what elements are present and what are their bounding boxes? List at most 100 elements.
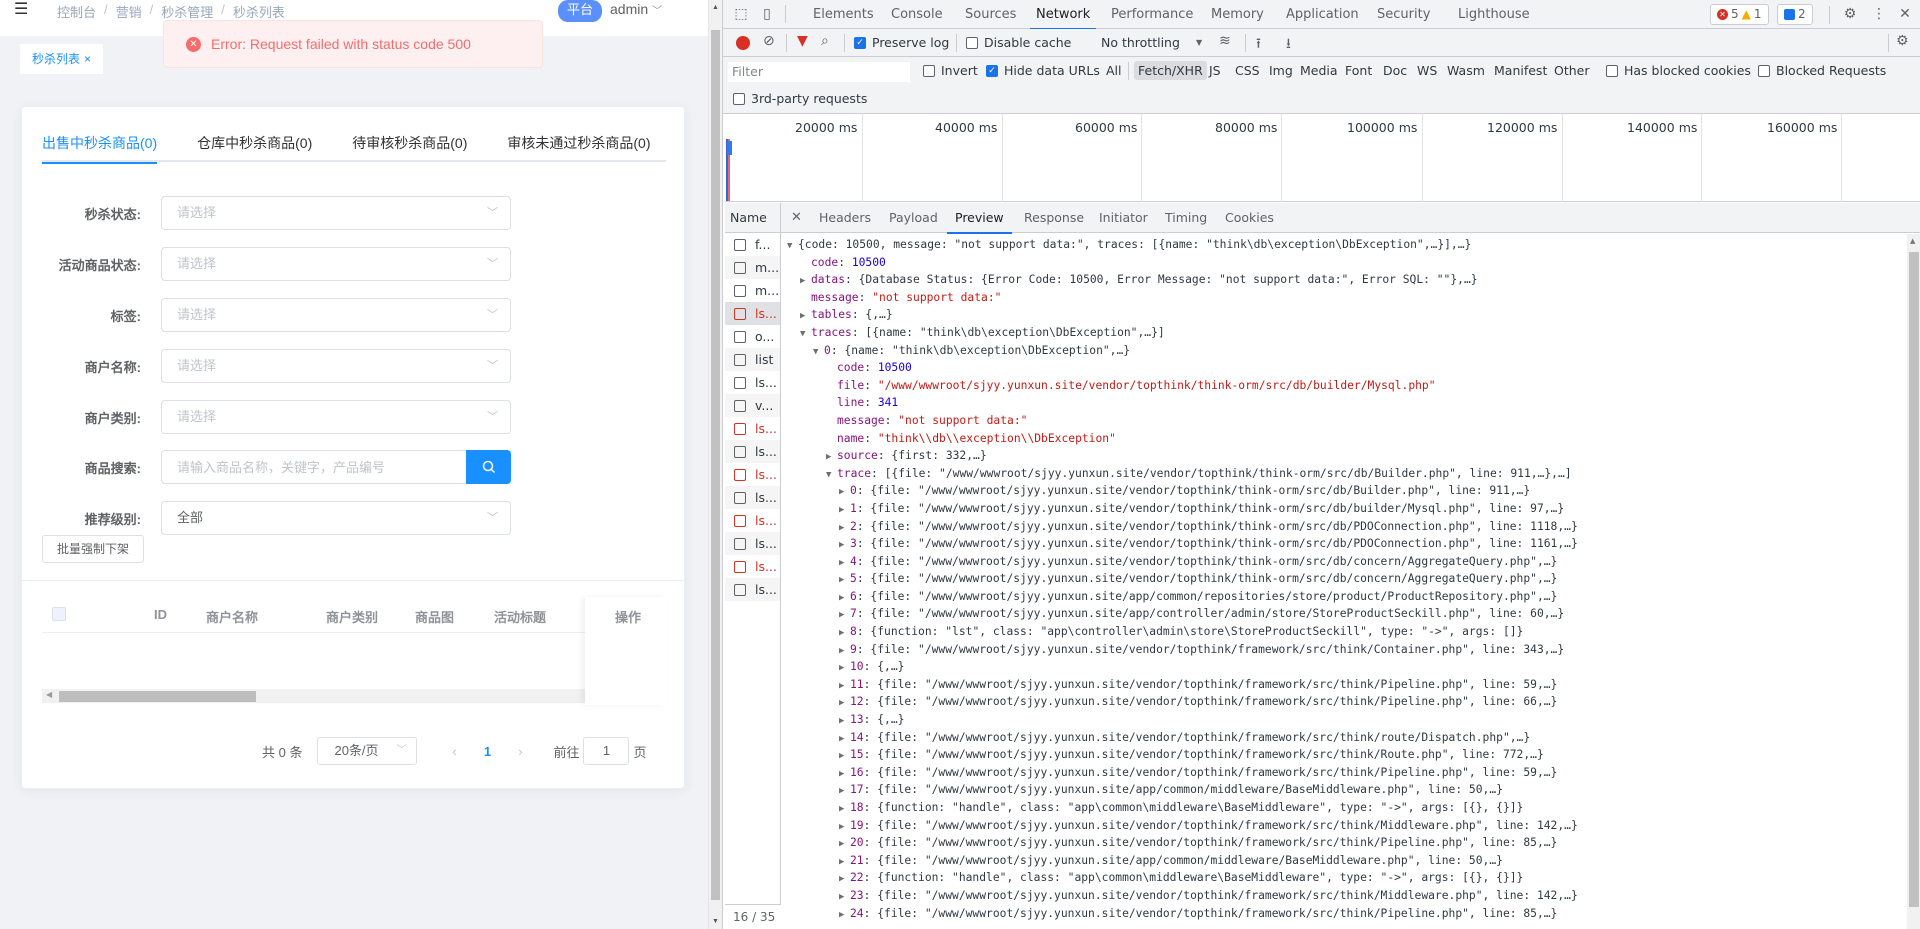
scrollbar-thumb[interactable] (711, 30, 720, 900)
expanded-triangle-icon[interactable]: ▼ (787, 238, 798, 256)
preview-scrollbar[interactable]: ▲ (1907, 234, 1920, 929)
menu-toggle-icon[interactable]: ☰ (14, 2, 34, 18)
preview-line[interactable]: ▶ source: {first: 332,…} (781, 447, 1905, 465)
preview-line[interactable]: ▼ 0: {name: "think\db\exception\DbExcepti… (781, 342, 1905, 360)
request-row[interactable]: f... (725, 233, 780, 256)
collapsed-triangle-icon[interactable]: ▶ (800, 273, 811, 291)
user-menu[interactable]: admin ﹀ (610, 1, 662, 17)
request-row[interactable]: v... (725, 394, 780, 417)
settings-gear-icon[interactable]: ⚙ (1841, 5, 1859, 23)
expanded-triangle-icon[interactable]: ▼ (813, 344, 824, 362)
request-row[interactable]: ls... (725, 555, 780, 578)
page-size-select[interactable]: 20条/页 ﹀ (317, 737, 418, 765)
preview-line[interactable]: ▶ tables: {,…} (781, 306, 1905, 324)
preview-line[interactable]: ▶ 6: {file: "/www/wwwroot/sjyy.yunxun.sit… (781, 588, 1905, 606)
preview-line[interactable]: ▶ datas: {Database Status: {Error Code: 1… (781, 271, 1905, 289)
filter-type-media[interactable]: Media (1300, 63, 1338, 78)
request-checkbox[interactable] (734, 284, 746, 297)
select-all-checkbox[interactable] (52, 607, 66, 621)
tab-headers[interactable]: Headers (819, 203, 871, 233)
request-checkbox[interactable] (734, 583, 746, 596)
scrollbar-thumb[interactable] (59, 691, 256, 702)
request-row[interactable]: ls... (725, 302, 780, 325)
tab-security[interactable]: Security (1377, 0, 1430, 29)
request-checkbox[interactable] (734, 445, 746, 458)
request-row[interactable]: ls... (725, 417, 780, 440)
request-row[interactable]: m... (725, 279, 780, 302)
tab-preview[interactable]: Preview (947, 203, 1012, 234)
more-options-icon[interactable]: ⋮ (1870, 5, 1888, 23)
import-har-icon[interactable]: ⭱ (1256, 33, 1261, 57)
preview-line[interactable]: ▶ 19: {file: "/www/wwwroot/sjyy.yunxun.si… (781, 817, 1905, 835)
issues-counter[interactable]: ✕ 5 ▲ 1 (1710, 4, 1769, 25)
tab-response[interactable]: Response (1024, 203, 1084, 233)
network-conditions-icon[interactable]: ≋ (1219, 33, 1231, 49)
request-checkbox[interactable] (734, 238, 746, 251)
preview-line[interactable]: ▶ 1: {file: "/www/wwwroot/sjyy.yunxun.sit… (781, 500, 1905, 518)
clear-icon[interactable]: ⊘ (763, 33, 775, 49)
preview-line[interactable]: ▼ trace: [{file: "/www/wwwroot/sjyy.yunxu… (781, 465, 1905, 483)
filter-type-ws[interactable]: WS (1417, 63, 1437, 78)
network-overview-timeline[interactable]: 20000 ms 40000 ms 60000 ms 80000 ms 1000… (725, 114, 1920, 202)
preview-line[interactable]: ▶ 9: {file: "/www/wwwroot/sjyy.yunxun.sit… (781, 641, 1905, 659)
tab-review-rejected[interactable]: 审核未通过秒杀商品(0) (507, 134, 650, 162)
tab-network[interactable]: Network (1029, 0, 1097, 30)
request-checkbox[interactable] (734, 514, 746, 527)
request-row[interactable]: ls... (725, 440, 780, 463)
merchant-type-select[interactable]: 请选择 ﹀ (161, 400, 511, 434)
preview-line[interactable]: ▶ 3: {file: "/www/wwwroot/sjyy.yunxun.sit… (781, 535, 1905, 553)
scroll-up-arrow-icon[interactable]: ▲ (712, 4, 719, 11)
filter-type-doc[interactable]: Doc (1383, 63, 1407, 78)
preview-line[interactable]: ▶ 5: {file: "/www/wwwroot/sjyy.yunxun.sit… (781, 570, 1905, 588)
breadcrumb-item[interactable]: 控制台 (57, 2, 96, 21)
request-row[interactable]: ls... (725, 463, 780, 486)
table-horizontal-scrollbar[interactable]: ◀ ▶ (42, 689, 666, 703)
request-checkbox[interactable] (734, 376, 746, 389)
search-icon[interactable]: ⌕ (821, 33, 829, 49)
request-row[interactable]: ls... (725, 486, 780, 509)
scrollbar-thumb[interactable] (1909, 252, 1919, 907)
network-settings-gear-icon[interactable]: ⚙ (1896, 33, 1909, 49)
preview-line[interactable]: ▶ 8: {function: "lst", class: "app\contro… (781, 623, 1905, 641)
tab-sources[interactable]: Sources (965, 0, 1016, 29)
preview-line[interactable]: ▶ 2: {file: "/www/wwwroot/sjyy.yunxun.sit… (781, 518, 1905, 536)
collapsed-triangle-icon[interactable]: ▶ (839, 907, 850, 925)
preview-line[interactable]: ▶ 20: {file: "/www/wwwroot/sjyy.yunxun.si… (781, 834, 1905, 852)
batch-force-offline-button[interactable]: 批量强制下架 (42, 535, 145, 563)
invert-checkbox[interactable] (923, 65, 935, 77)
messages-counter[interactable]: 2 (1777, 4, 1813, 25)
close-icon[interactable]: ✕ (1896, 5, 1914, 23)
request-checkbox[interactable] (734, 353, 746, 366)
throttling-select[interactable]: No throttling (1101, 35, 1180, 50)
third-party-checkbox[interactable] (733, 93, 745, 105)
preview-line[interactable]: ▶ 11: {file: "/www/wwwroot/sjyy.yunxun.si… (781, 676, 1905, 694)
tab-in-warehouse[interactable]: 仓库中秒杀商品(0) (197, 134, 312, 162)
request-row[interactable]: m... (725, 256, 780, 279)
preview-line[interactable]: ▶ 15: {file: "/www/wwwroot/sjyy.yunxun.si… (781, 746, 1905, 764)
filter-type-js[interactable]: JS (1209, 63, 1221, 78)
page-vertical-scrollbar[interactable]: ▲ ▼ (708, 0, 722, 929)
request-checkbox[interactable] (734, 560, 746, 573)
disable-cache-checkbox[interactable] (966, 37, 978, 49)
throttling-dropdown-icon[interactable]: ▼ (1196, 38, 1202, 47)
preview-line[interactable]: ▼ {code: 10500, message: "not support dat… (781, 236, 1905, 254)
request-list-header[interactable]: Name (725, 203, 780, 233)
preview-line[interactable]: ▶ 12: {file: "/www/wwwroot/sjyy.yunxun.si… (781, 693, 1905, 711)
preview-line[interactable]: ▶ 13: {,…} (781, 711, 1905, 729)
preview-line[interactable]: ▶ 4: {file: "/www/wwwroot/sjyy.yunxun.sit… (781, 553, 1905, 571)
tab-cookies[interactable]: Cookies (1225, 203, 1274, 233)
preview-line[interactable]: ▶ 0: {file: "/www/wwwroot/sjyy.yunxun.sit… (781, 482, 1905, 500)
collapsed-triangle-icon[interactable]: ▶ (839, 801, 850, 819)
filter-type-fetch-xhr[interactable]: Fetch/XHR (1134, 61, 1207, 80)
tab-lighthouse[interactable]: Lighthouse (1458, 0, 1530, 29)
filter-input[interactable]: Filter (728, 62, 910, 82)
request-row[interactable]: list (725, 348, 780, 371)
preview-line[interactable]: ▶ 22: {function: "handle", class: "app\co… (781, 869, 1905, 887)
seckill-status-select[interactable]: 请选择 ﹀ (161, 196, 511, 230)
tab-elements[interactable]: Elements (813, 0, 874, 29)
request-checkbox[interactable] (734, 468, 746, 481)
request-checkbox[interactable] (734, 261, 746, 274)
preview-line[interactable]: ▶ 24: {file: "/www/wwwroot/sjyy.yunxun.si… (781, 905, 1905, 923)
collapsed-triangle-icon[interactable]: ▶ (839, 889, 850, 907)
goto-page-input[interactable]: 1 (583, 737, 630, 765)
